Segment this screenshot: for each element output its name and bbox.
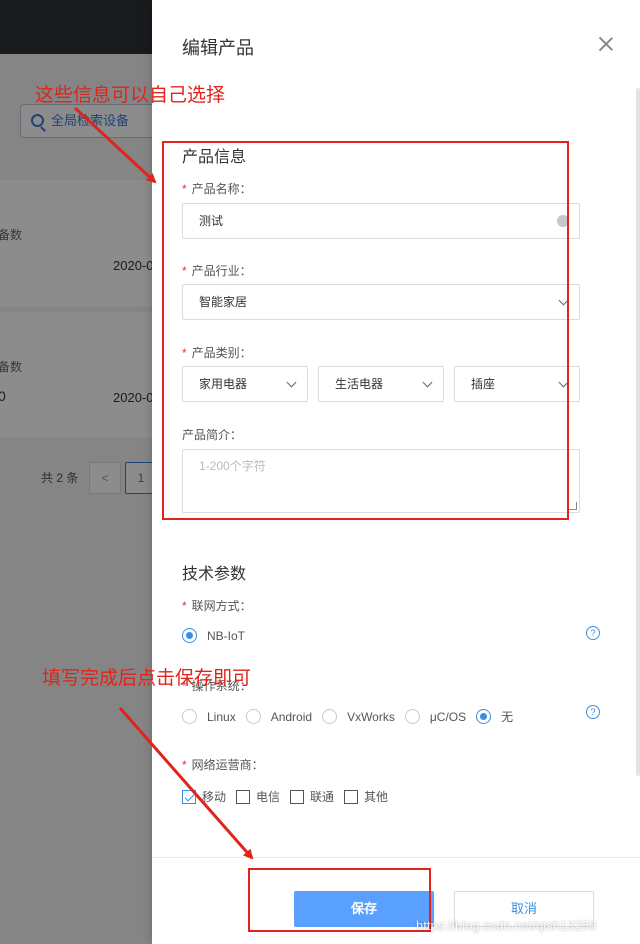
help-icon[interactable]: ? (586, 705, 600, 719)
radio-unchecked[interactable] (182, 709, 197, 724)
radio-checked[interactable] (476, 709, 492, 724)
drawer-title: 编辑产品 (182, 38, 254, 58)
carrier-option-other[interactable]: 其他 (344, 788, 388, 805)
carrier-label: * 网络运营商： (182, 758, 264, 772)
modal-overlay[interactable] (0, 0, 152, 944)
annotation-note-bottom: 填写完成后点击保存即可 (42, 668, 252, 689)
carrier-option-telecom[interactable]: 电信 (236, 788, 280, 805)
os-option-vxworks[interactable]: VxWorks (322, 709, 395, 724)
os-radio-group: Linux Android VxWorks μC/OS 无 (182, 708, 523, 725)
network-label: * 联网方式： (182, 599, 252, 613)
close-icon[interactable] (598, 36, 614, 52)
help-icon[interactable]: ? (586, 626, 600, 640)
checkbox-unchecked[interactable] (344, 789, 359, 804)
required-mark: * (182, 758, 187, 772)
radio-checked[interactable] (182, 628, 197, 643)
footer-divider (152, 857, 640, 858)
os-option-android[interactable]: Android (245, 709, 312, 724)
radio-unchecked[interactable] (322, 709, 338, 724)
required-mark: * (182, 599, 187, 613)
watermark-text: https://blog.csdn.net/qish13250 (416, 918, 596, 933)
annotation-box-product-info (162, 141, 569, 520)
drawer-scrollbar[interactable] (636, 88, 640, 776)
resize-handle-icon[interactable] (569, 502, 577, 510)
annotation-note-top: 这些信息可以自己选择 (35, 85, 226, 106)
drawer-header: 编辑产品 (152, 0, 640, 88)
os-option-linux[interactable]: Linux (182, 709, 236, 724)
tech-params-title: 技术参数 (182, 566, 247, 583)
checkbox-checked[interactable] (182, 789, 196, 804)
os-option-none[interactable]: 无 (476, 708, 513, 725)
annotation-box-save (248, 868, 431, 932)
radio-unchecked[interactable] (245, 709, 261, 724)
network-radio-group: NB-IoT (182, 628, 255, 643)
carrier-option-mobile[interactable]: 移动 (182, 788, 226, 805)
checkbox-unchecked[interactable] (290, 789, 305, 804)
carrier-option-unicom[interactable]: 联通 (290, 788, 334, 805)
carrier-checkbox-group: 移动 电信 联通 其他 (182, 788, 398, 805)
radio-unchecked[interactable] (404, 709, 420, 724)
os-option-ucos[interactable]: μC/OS (404, 709, 466, 724)
network-option-nbiot[interactable]: NB-IoT (182, 628, 245, 643)
checkbox-unchecked[interactable] (236, 789, 251, 804)
